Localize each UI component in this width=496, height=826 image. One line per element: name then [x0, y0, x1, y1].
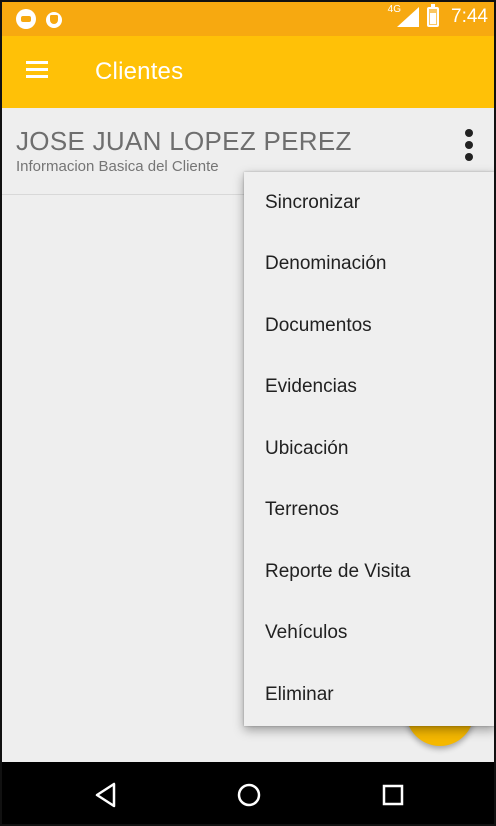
menu-icon[interactable] — [24, 58, 52, 84]
recents-icon[interactable] — [378, 780, 408, 810]
menu-item-documentos[interactable]: Documentos — [244, 295, 494, 357]
status-time: 7:44 — [451, 6, 488, 27]
battery-icon — [427, 4, 440, 27]
menu-item-terrenos[interactable]: Terrenos — [244, 480, 494, 542]
signal-icon — [397, 7, 420, 27]
phone-screen: 4G 7:44 Clientes JOSE JUAN LOPEZ PEREZ I… — [0, 0, 496, 826]
menu-item-ubicacion[interactable]: Ubicación — [244, 418, 494, 480]
status-bar: 4G 7:44 — [2, 2, 494, 36]
more-options-icon[interactable] — [456, 126, 482, 166]
menu-item-eliminar[interactable]: Eliminar — [244, 664, 494, 726]
home-icon[interactable] — [234, 780, 264, 810]
page-title: Clientes — [95, 58, 184, 85]
menu-item-vehiculos[interactable]: Vehículos — [244, 603, 494, 665]
back-icon[interactable] — [92, 780, 122, 810]
client-name: JOSE JUAN LOPEZ PEREZ — [16, 126, 352, 156]
menu-item-evidencias[interactable]: Evidencias — [244, 357, 494, 419]
app-bar: Clientes — [2, 36, 494, 108]
menu-item-denominacion[interactable]: Denominación — [244, 234, 494, 296]
overflow-menu: Sincronizar Denominación Documentos Evid… — [244, 172, 494, 726]
client-subtitle: Informacion Basica del Cliente — [16, 158, 219, 175]
chat-notification-icon — [16, 9, 36, 29]
shield-notification-icon — [46, 12, 62, 28]
menu-item-sincronizar[interactable]: Sincronizar — [244, 172, 494, 234]
menu-item-reporte-de-visita[interactable]: Reporte de Visita — [244, 541, 494, 603]
navigation-bar — [2, 762, 494, 824]
